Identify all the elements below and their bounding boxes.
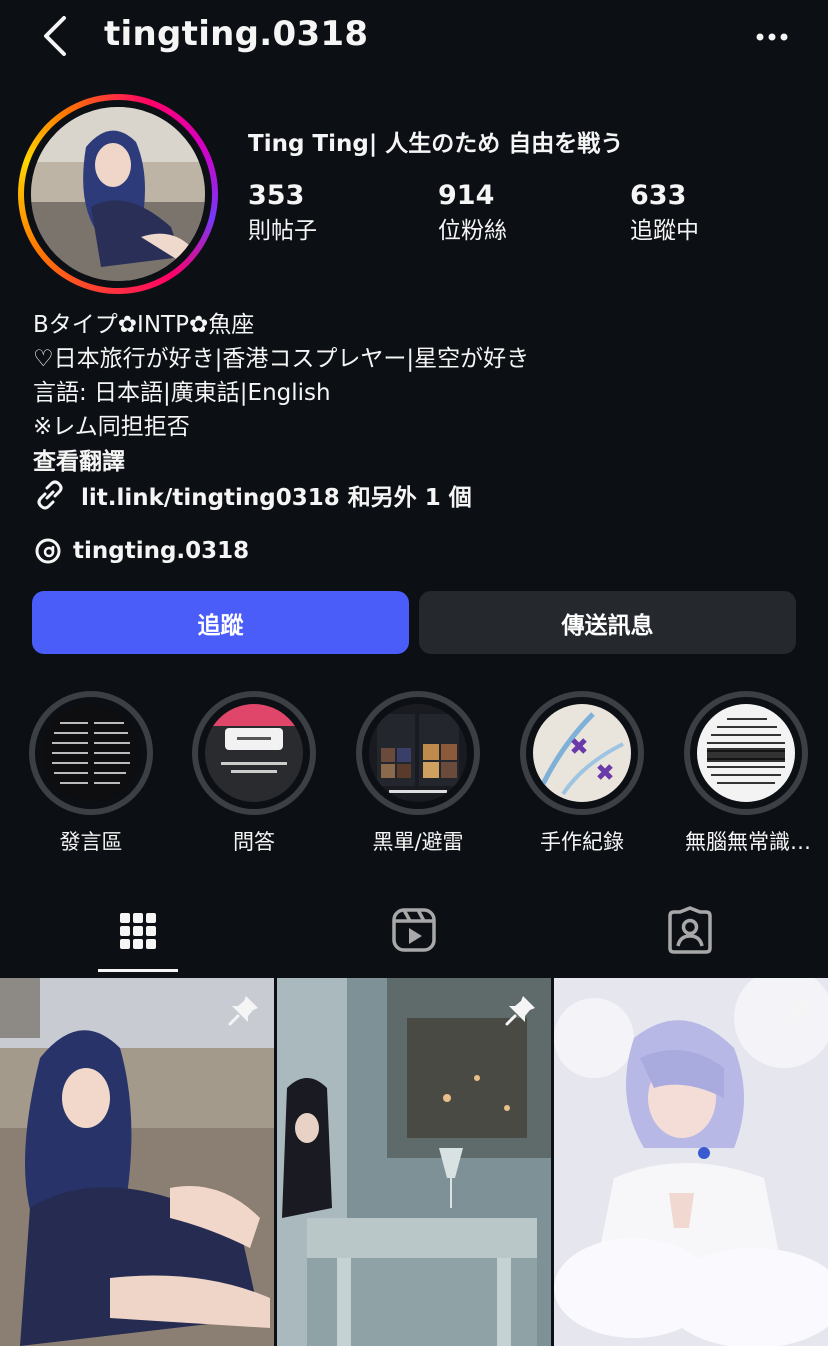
stat-following[interactable]: 633 追蹤中 (630, 180, 699, 245)
post-thumbnail[interactable] (0, 978, 274, 1346)
grid-icon (120, 913, 156, 949)
highlight-ring (520, 691, 644, 815)
tab-tagged[interactable] (666, 906, 714, 958)
pin-icon (782, 996, 812, 1026)
post-thumbnail[interactable] (277, 978, 551, 1346)
pin-icon (228, 996, 258, 1026)
reels-icon (392, 908, 436, 952)
highlight-item[interactable] (29, 691, 153, 815)
bio-line: Bタイプ✿INTP✿魚座 (33, 312, 255, 338)
tab-grid[interactable] (118, 909, 158, 957)
threads-badge[interactable]: tingting.0318 (33, 536, 249, 566)
back-button[interactable] (40, 14, 80, 58)
highlight-label: 發言區 (59, 830, 123, 854)
highlight-item[interactable] (520, 691, 644, 815)
tagged-icon (668, 906, 712, 954)
post-thumbnail[interactable] (554, 978, 828, 1346)
message-button[interactable]: 傳送訊息 (419, 591, 796, 654)
highlight-ring (192, 691, 316, 815)
bio-line: ※レム同担拒否 (33, 414, 190, 440)
stat-value: 633 (630, 180, 687, 211)
highlight-label: 黑單/避雷 (372, 830, 464, 854)
highlight-label: 手作紀錄 (540, 830, 624, 854)
highlight-cover (697, 704, 795, 802)
bio-line: ♡日本旅行が好き|香港コスプレヤー|星空が好き (33, 346, 530, 372)
highlight-ring (356, 691, 480, 815)
highlight-label: 無腦無常識… (685, 830, 811, 854)
stat-value: 353 (248, 180, 305, 211)
highlight-ring (29, 691, 153, 815)
highlight-cover (533, 704, 631, 802)
more-options-button[interactable] (752, 22, 792, 52)
highlight-cover (205, 704, 303, 802)
avatar-image (31, 107, 205, 281)
stat-label: 追蹤中 (630, 218, 699, 244)
post-image (277, 978, 551, 1346)
stat-label: 位粉絲 (438, 218, 507, 244)
highlight-item[interactable] (192, 691, 316, 815)
tab-indicator (98, 969, 178, 972)
link-icon (37, 480, 63, 510)
stat-label: 則帖子 (248, 218, 317, 244)
chevron-left-icon (44, 16, 66, 56)
threads-icon (35, 538, 61, 564)
post-image (554, 978, 828, 1346)
highlight-cover (369, 704, 467, 802)
highlight-item[interactable] (356, 691, 480, 815)
header-username: tingting.0318 (104, 14, 369, 54)
highlight-label: 問答 (233, 830, 275, 854)
highlight-ring (684, 691, 808, 815)
tab-reels[interactable] (390, 906, 438, 958)
avatar[interactable] (31, 107, 205, 281)
highlight-cover (42, 704, 140, 802)
follow-button[interactable]: 追蹤 (32, 591, 409, 654)
threads-handle: tingting.0318 (73, 538, 250, 564)
see-translation-link[interactable]: 查看翻譯 (33, 442, 125, 476)
stat-followers[interactable]: 914 位粉絲 (438, 180, 507, 245)
more-horizontal-icon (756, 33, 788, 41)
display-name: Ting Ting| 人生のため 自由を戦う (248, 131, 624, 157)
highlight-item[interactable] (684, 691, 808, 815)
pin-icon (505, 996, 535, 1026)
stat-posts[interactable]: 353 則帖子 (248, 180, 317, 245)
bio-link[interactable]: lit.link/tingting0318 和另外 1 個 (33, 478, 472, 512)
post-image (0, 978, 274, 1346)
bio-line: 言語: 日本語|廣東話|English (33, 380, 331, 406)
stat-value: 914 (438, 180, 495, 211)
bio-link-text: lit.link/tingting0318 和另外 1 個 (81, 485, 472, 511)
